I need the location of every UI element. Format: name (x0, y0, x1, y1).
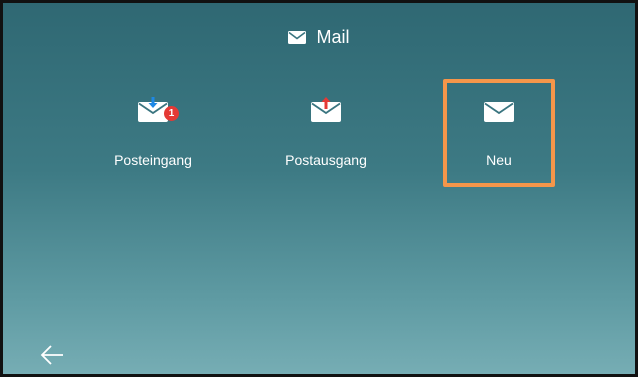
back-arrow-icon (40, 345, 63, 365)
new-mail-envelope-icon (484, 102, 514, 122)
unread-badge: 1 (164, 106, 179, 121)
outbox-label: Postausgang (285, 152, 367, 168)
inbox-label: Posteingang (114, 152, 192, 168)
inbox-tile[interactable]: 1 Posteingang (97, 79, 209, 187)
back-button[interactable] (39, 343, 65, 367)
mail-screen: Mail 1 Posteingang Postausgang Neu (3, 3, 635, 374)
new-mail-label: Neu (486, 152, 512, 168)
screen-frame: Mail 1 Posteingang Postausgang Neu (0, 0, 638, 377)
page-title: Mail (316, 27, 350, 47)
outbox-envelope-icon (311, 97, 341, 122)
header: Mail (3, 27, 635, 48)
new-mail-tile[interactable]: Neu (443, 79, 555, 187)
envelope-icon (288, 31, 307, 44)
outbox-tile[interactable]: Postausgang (270, 79, 382, 187)
